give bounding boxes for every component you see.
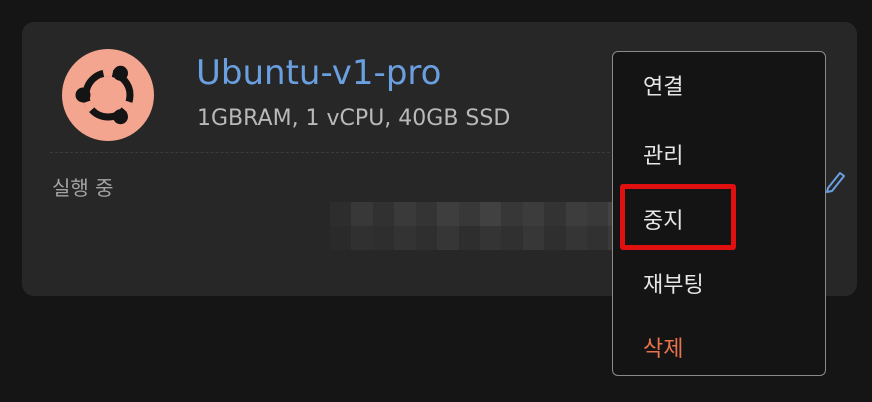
menu-item-reboot[interactable]: 재부팅 (643, 267, 704, 299)
menu-item-connect[interactable]: 연결 (643, 69, 683, 101)
instance-name-link[interactable]: Ubuntu-v1-pro (196, 56, 441, 90)
menu-item-delete[interactable]: 삭제 (643, 331, 683, 363)
instance-status: 실행 중 (52, 176, 114, 200)
instance-specs: 1GBRAM, 1 vCPU, 40GB SSD (197, 106, 511, 131)
divider (50, 152, 640, 153)
ubuntu-logo-icon (62, 49, 154, 141)
pencil-icon[interactable] (824, 168, 846, 194)
highlight-annotation (620, 184, 736, 250)
menu-item-manage[interactable]: 관리 (643, 138, 683, 170)
redacted-ip-address (330, 202, 630, 250)
